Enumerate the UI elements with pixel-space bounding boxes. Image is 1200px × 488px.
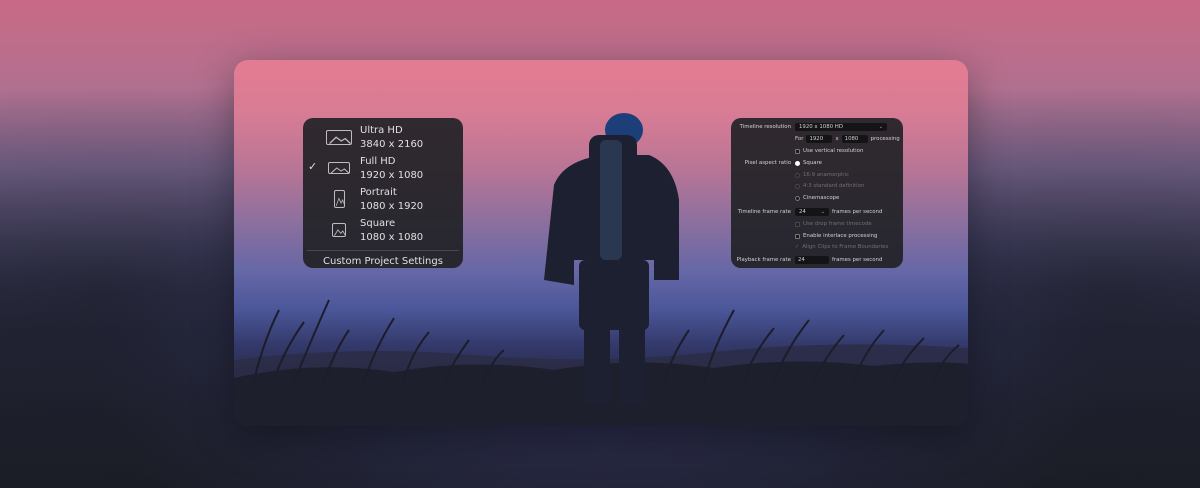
playback-frame-rate-row: Playback frame rate 24 frames per second (731, 255, 903, 265)
align-clips-row: ✓ Align Clips to Frame Boundaries (731, 242, 903, 252)
preset-name: Portrait (360, 187, 397, 198)
preset-item[interactable]: Portrait 1080 x 1920 (303, 184, 463, 215)
cinemascope-label: Cinemascope (803, 195, 840, 201)
preset-text: Full HD 1920 x 1080 (360, 155, 423, 183)
preset-text: Portrait 1080 x 1920 (360, 186, 423, 214)
drop-frame-row: Use drop frame timecode (731, 219, 903, 229)
height-input[interactable]: 1080 (841, 135, 868, 143)
square-radio[interactable] (795, 160, 800, 166)
preset-text: Ultra HD 3840 x 2160 (360, 124, 423, 152)
timeline-resolution-row: Timeline resolution 1920 x 1080 HD ⌄ (731, 122, 903, 132)
frame-rate-value: 24 (799, 209, 806, 215)
standard-def-label: 4:3 standard definition (803, 183, 865, 189)
standard-def-radio[interactable] (795, 183, 800, 189)
checkmark-icon: ✓ (308, 160, 318, 173)
preset-resolution: 1080 x 1920 (360, 201, 424, 212)
image-thumbnail-icon (325, 189, 353, 209)
standard-def-row: 4:3 standard definition (731, 181, 903, 191)
pixel-aspect-label: Pixel aspect ratio (744, 160, 791, 166)
playback-fps-label: frames per second (832, 257, 883, 263)
timeline-resolution-value: 1920 x 1080 HD (799, 124, 843, 130)
frame-rate-dropdown[interactable]: 24 ⌄ (795, 208, 829, 216)
image-thumbnail-icon (325, 127, 353, 147)
interlace-row: Enable interlace processing (731, 231, 903, 241)
preset-name: Full HD (360, 156, 396, 167)
preset-list: Ultra HD 3840 x 2160 ✓ Full HD 1920 x 1080 Po… (303, 122, 463, 246)
playback-label: Playback frame rate (736, 257, 791, 263)
anamorphic-row: 16:9 anamorphic (731, 170, 903, 180)
preset-name: Ultra HD (360, 125, 403, 136)
custom-size-row: For 1920 x 1080 processing (731, 134, 903, 144)
align-clips-label: Align Clips to Frame Boundaries (802, 244, 889, 250)
preset-item[interactable]: ✓ Full HD 1920 x 1080 (303, 153, 463, 184)
interlace-label: Enable interlace processing (803, 233, 878, 239)
width-input[interactable]: 1920 (806, 135, 833, 143)
drop-frame-label: Use drop frame timecode (803, 221, 872, 227)
align-clips-check-icon[interactable]: ✓ (795, 244, 799, 250)
use-vertical-label: Use vertical resolution (803, 148, 864, 154)
frame-rate-label: Timeline frame rate (737, 209, 791, 215)
vertical-resolution-row: Use vertical resolution (731, 146, 903, 156)
cinemascope-radio[interactable] (795, 195, 800, 201)
preset-name: Square (360, 218, 396, 229)
preset-item[interactable]: Square 1080 x 1080 (303, 215, 463, 246)
preset-text: Square 1080 x 1080 (360, 217, 423, 245)
timeline-frame-rate-row: Timeline frame rate 24 ⌄ frames per seco… (731, 207, 903, 217)
timeline-resolution-label: Timeline resolution (739, 124, 791, 130)
interlace-checkbox[interactable] (795, 233, 800, 239)
image-thumbnail-icon (325, 220, 353, 240)
anamorphic-radio[interactable] (795, 172, 800, 178)
timeline-resolution-dropdown[interactable]: 1920 x 1080 HD ⌄ (795, 123, 887, 131)
use-vertical-checkbox[interactable] (795, 148, 800, 154)
preset-item[interactable]: Ultra HD 3840 x 2160 (303, 122, 463, 153)
preset-resolution: 1080 x 1080 (360, 232, 424, 243)
playback-frame-rate-input[interactable]: 24 (795, 256, 829, 264)
chevron-down-icon: ⌄ (820, 209, 825, 215)
x-label: x (835, 136, 839, 142)
project-settings-panel: Timeline resolution 1920 x 1080 HD ⌄ For… (731, 118, 903, 268)
resolution-presets-panel: Ultra HD 3840 x 2160 ✓ Full HD 1920 x 1080 Po… (303, 118, 463, 268)
processing-label: processing (870, 136, 900, 142)
preset-resolution: 1920 x 1080 (360, 170, 424, 181)
cinemascope-row: Cinemascope (731, 193, 903, 203)
for-label: For (795, 136, 804, 142)
drop-frame-checkbox[interactable] (795, 221, 800, 227)
chevron-down-icon: ⌄ (878, 124, 883, 130)
pixel-aspect-square-row: Pixel aspect ratio Square (731, 158, 903, 168)
square-label: Square (803, 160, 822, 166)
preset-resolution: 3840 x 2160 (360, 139, 424, 150)
image-thumbnail-icon (325, 158, 353, 178)
fps-label: frames per second (832, 209, 883, 215)
custom-project-settings-link[interactable]: Custom Project Settings (303, 251, 463, 267)
anamorphic-label: 16:9 anamorphic (803, 172, 849, 178)
